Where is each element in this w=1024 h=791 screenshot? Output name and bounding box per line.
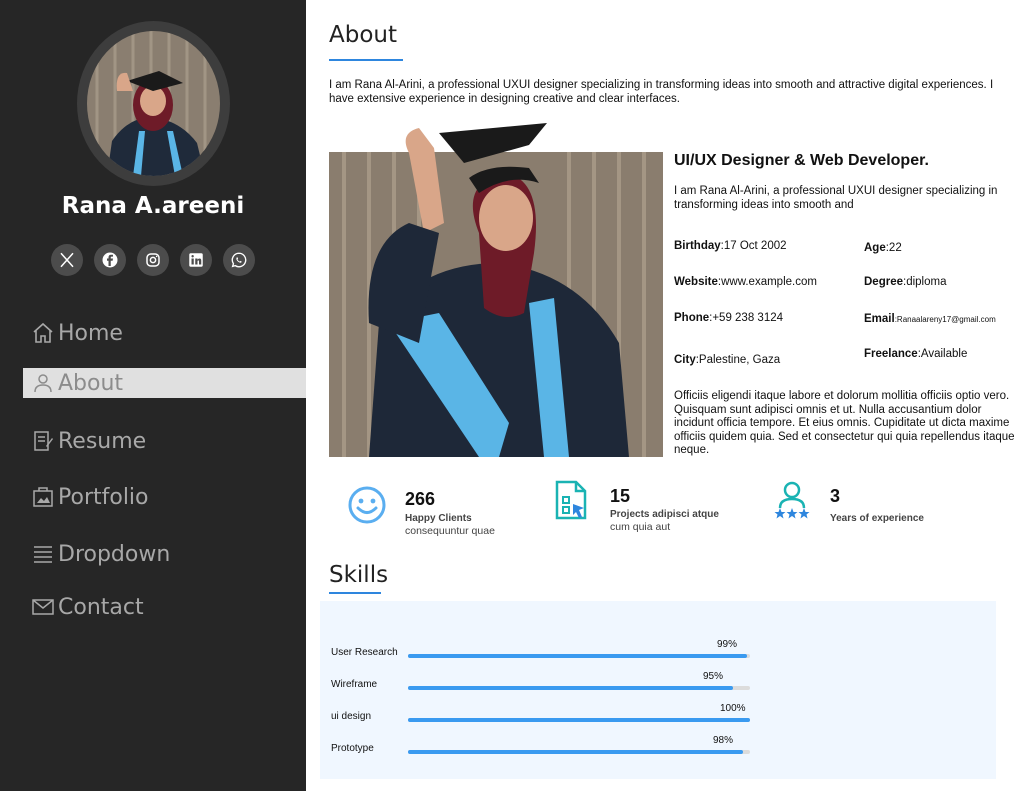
smiley-icon [348,486,386,524]
skill-percent: 99% [717,639,738,650]
linkedin-icon[interactable] [180,244,212,276]
skill-progress-track [408,686,750,690]
facebook-icon[interactable] [94,244,126,276]
detail-email[interactable]: Email:Ranaalareny17@gmail.com [864,313,996,325]
skill-progress-fill [408,750,743,754]
instagram-icon[interactable] [137,244,169,276]
x-icon[interactable] [51,244,83,276]
nav-dropdown-label: Dropdown [58,541,171,567]
stat-clients-label: Happy Clients [405,513,472,524]
profile-name: Rana A.areeni [61,193,245,219]
about-paragraph: Officiis eligendi itaque labore et dolor… [674,390,1015,457]
skills-underline [329,592,381,594]
skill-progress-fill [408,654,747,658]
skill-progress-track [408,750,750,754]
nav-about-label: About [58,370,124,396]
user-icon [30,370,56,396]
nav-home-label: Home [58,320,123,346]
skill-percent: 100% [720,703,746,714]
role-description: I am Rana Al-Arini, a professional UXUI … [674,185,998,211]
role-title: UI/UX Designer & Web Developer. [674,152,929,169]
stat-projects-number: 15 [610,486,631,506]
nav-portfolio-label: Portfolio [58,484,149,510]
detail-degree: Degree:diploma [864,276,947,288]
stat-projects-label: Projects adipisci atque [610,509,719,520]
menu-icon [30,541,56,567]
nav-dropdown[interactable]: Dropdown [23,539,306,569]
portfolio-icon [30,484,56,510]
about-title: About [329,22,398,48]
resume-icon [30,428,56,454]
detail-age: Age:22 [864,242,902,254]
stat-years-number: 3 [830,486,841,506]
stat-years-label: Years of experience [830,513,924,524]
about-intro: I am Rana Al-Arini, a professional UXUI … [329,79,994,105]
detail-website[interactable]: Website:www.example.com [674,276,817,288]
envelope-icon [30,594,56,620]
about-underline [329,59,403,61]
social-links [51,244,255,276]
nav-home[interactable]: Home [23,318,306,348]
stat-projects-sub: cum quia aut [610,521,671,533]
skill-progress-track [408,718,750,722]
avatar [87,31,220,176]
detail-phone: Phone:+59 238 3124 [674,312,784,324]
skill-name: ui design [331,711,372,722]
skills-title: Skills [329,562,389,588]
home-icon [30,320,56,346]
stat-clients-number: 266 [405,489,436,509]
nav-portfolio[interactable]: Portfolio [23,482,306,512]
profile-photo [329,123,663,457]
skill-percent: 98% [713,735,734,746]
skill-name: User Research [331,647,398,658]
avatar-frame [77,21,230,186]
nav-contact[interactable]: Contact [23,592,306,622]
stat-clients-sub: consequuntur quae [405,525,495,537]
skill-progress-fill [408,718,750,722]
nav-contact-label: Contact [58,594,144,620]
nav-resume[interactable]: Resume [23,426,306,456]
award-icon [774,481,810,519]
skill-name: Wireframe [331,679,378,690]
whatsapp-icon[interactable] [223,244,255,276]
detail-freelance: Freelance:Available [864,348,968,360]
skill-progress-fill [408,686,733,690]
detail-city: City:Palestine, Gaza [674,354,781,366]
skill-progress-track [408,654,750,658]
skill-percent: 95% [703,671,724,682]
detail-birthday: Birthday:17 Oct 2002 [674,240,787,252]
nav-about[interactable]: About [23,368,306,398]
skill-name: Prototype [331,743,374,754]
nav-resume-label: Resume [58,428,147,454]
project-icon [555,480,587,520]
sidebar: Rana A.areeni Home About Resume Portfoli… [0,0,306,791]
